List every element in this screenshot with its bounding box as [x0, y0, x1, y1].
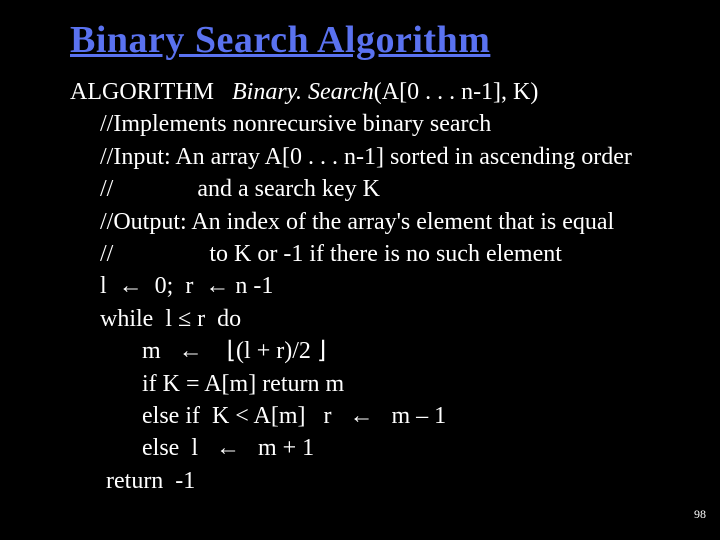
algo-line-3: // and a search key K	[70, 176, 380, 202]
slide-title: Binary Search Algorithm	[70, 18, 680, 62]
algo-line-12: return -1	[70, 468, 195, 494]
slide: Binary Search Algorithm ALGORITHM Binary…	[0, 0, 720, 540]
page-number: 98	[694, 507, 706, 522]
algo-line-9: if K = A[m] return m	[70, 371, 344, 397]
algo-name: Binary. Search	[232, 79, 374, 105]
algorithm-body: ALGORITHM Binary. Search(A[0 . . . n-1],…	[70, 76, 680, 497]
algo-line-2: //Input: An array A[0 . . . n-1] sorted …	[70, 144, 632, 170]
algo-line-1: //Implements nonrecursive binary search	[70, 111, 491, 137]
algo-line-5: // to K or -1 if there is no such elemen…	[70, 241, 562, 267]
algo-keyword: ALGORITHM	[70, 79, 214, 105]
algo-line-11: else l ← m + 1	[70, 435, 314, 461]
algo-line-4: //Output: An index of the array's elemen…	[70, 209, 614, 235]
algo-line-8: m ← ⌊(l + r)/2 ⌋	[70, 338, 326, 364]
algo-line-10: else if K < A[m] r ← m – 1	[70, 403, 446, 429]
algo-args: (A[0 . . . n-1], K)	[374, 79, 539, 105]
algo-line-7: while l ≤ r do	[70, 306, 241, 332]
algo-line-6: l ← 0; r ← n -1	[70, 273, 273, 299]
